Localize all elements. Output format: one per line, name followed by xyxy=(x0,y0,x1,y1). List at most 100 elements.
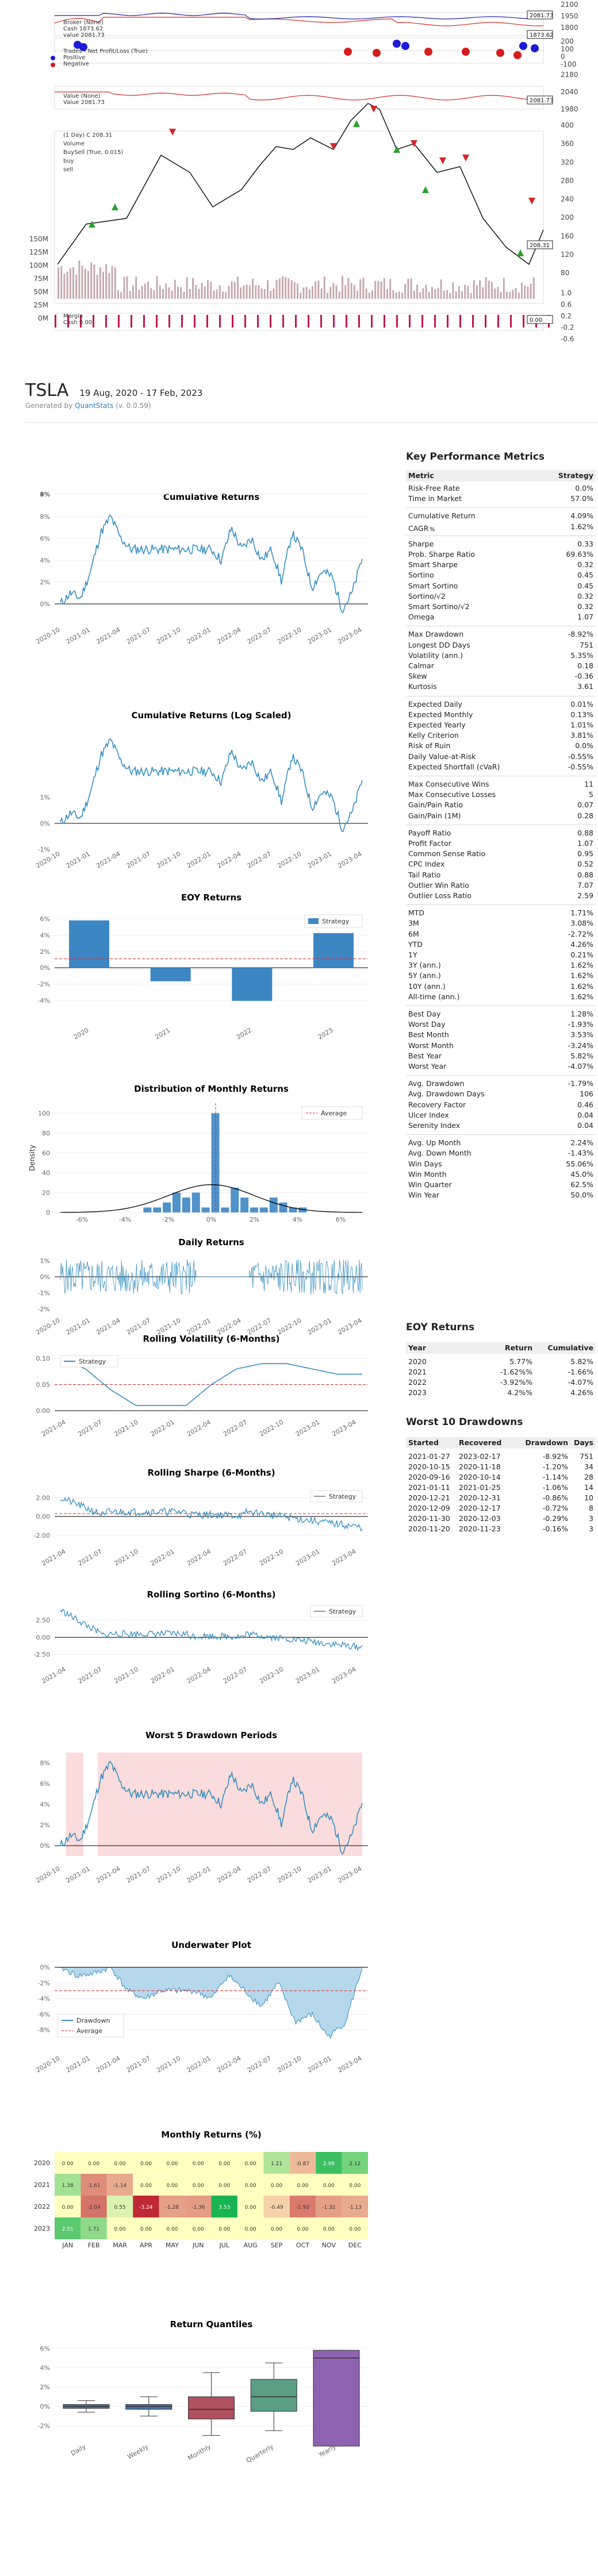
volume-tick: 100M xyxy=(29,261,48,269)
kpi-metric: Max Consecutive Losses xyxy=(408,790,496,799)
log-xtick: 2021-01 xyxy=(65,850,91,869)
margin-bar xyxy=(510,315,512,328)
rolling-sortino-xtick: 2021-07 xyxy=(76,1665,103,1685)
kpi-value: 2.59 xyxy=(577,891,593,900)
buy-marker-3 xyxy=(393,146,400,153)
kpi-metric: Recovery Factor xyxy=(408,1100,466,1109)
margin-bar xyxy=(409,315,411,328)
kpi-row: Gain/Pain Ratio 0.07 xyxy=(406,800,596,810)
volume-bar xyxy=(425,284,427,299)
kpi-value: 0.18 xyxy=(577,661,593,670)
worst-dd-ytick: 0% xyxy=(40,1842,50,1850)
cumret-xtick: 2020-10 xyxy=(34,626,61,645)
kpi-row: All-time (ann.) 1.62% xyxy=(406,992,596,1002)
drawdown-shade-main xyxy=(98,1753,362,1856)
kpi-metric: CAGR﹪ xyxy=(408,523,436,533)
margin-bar xyxy=(232,315,233,328)
quantile-box-Quarterly xyxy=(250,2379,297,2412)
eoy-bar-2022 xyxy=(232,968,273,1001)
kpi-metric: Longest DD Days xyxy=(408,640,470,649)
log-line xyxy=(60,738,363,833)
dd-cell: 2020-11-20 xyxy=(408,1524,450,1533)
kpi-row: MTD 1.71% xyxy=(406,908,596,918)
rolling-sharpe-xtick: 2021-04 xyxy=(40,1547,67,1567)
rolling-vol-legend-label: Strategy xyxy=(79,1358,106,1365)
heatmap-month: FEB xyxy=(88,2242,100,2249)
margin-bar xyxy=(270,315,271,328)
kpi-metric: Time in Market xyxy=(408,494,462,503)
worst-dd-xtick: 2022-04 xyxy=(216,1865,242,1884)
buy-marker-4 xyxy=(422,186,429,193)
margin-bar xyxy=(156,315,158,328)
worst-dd-ytick: 2% xyxy=(40,1822,50,1829)
heatmap-month: JUN xyxy=(192,2242,204,2249)
margin-bar xyxy=(459,315,461,328)
kpi-value: 3.61 xyxy=(577,682,593,691)
value-badge-3: 208.31 xyxy=(530,242,550,249)
broker-tick: 1800 xyxy=(561,24,578,32)
rolling-vol-title: Rolling Volatility (6-Months) xyxy=(143,1334,279,1344)
volume-bar xyxy=(153,290,155,299)
volume-bar xyxy=(374,280,377,299)
volume-bar xyxy=(260,288,263,299)
eoy-bar-2020 xyxy=(69,920,109,968)
value-tick: 2040 xyxy=(561,88,578,96)
underwater-xtick: 2022-04 xyxy=(216,2054,242,2074)
kpi-metric: Win Quarter xyxy=(408,1180,452,1189)
eoy-col-header: Year xyxy=(408,1343,426,1352)
heatmap-value: 0.00 xyxy=(349,2183,361,2189)
trade-positive-5 xyxy=(519,42,527,50)
kpi-value: 45.0% xyxy=(570,1169,593,1179)
rolling-sharpe-line xyxy=(60,1496,363,1532)
quantstats-link[interactable]: QuantStats xyxy=(75,402,113,410)
kpi-metric: 3M xyxy=(408,919,419,928)
heatmap-value: 0.00 xyxy=(140,2227,152,2232)
volume-bar xyxy=(395,292,397,299)
kpi-metric: Kelly Criterion xyxy=(408,731,459,740)
eoy-xtick: 2020 xyxy=(72,1026,90,1041)
kpi-metric: 10Y (ann.) xyxy=(408,981,446,991)
dist-ytick: 80 xyxy=(42,1130,50,1137)
kpi-row: Longest DD Days 751 xyxy=(406,641,596,650)
eoy-col-header: Return xyxy=(504,1343,532,1352)
volume-bar xyxy=(90,262,93,299)
kpi-row: YTD 4.26% xyxy=(406,940,596,949)
kpi-row: Max Consecutive Wins 11 xyxy=(406,780,596,789)
worst-dd-ytick: 8% xyxy=(40,1759,50,1767)
kpi-metric: Avg. Up Month xyxy=(408,1138,461,1148)
volume-bar xyxy=(365,288,367,299)
volume-bar xyxy=(329,287,332,299)
price-tick: 240 xyxy=(561,195,574,203)
kpi-value: 0.88 xyxy=(577,828,593,837)
underwater-ytick: -8% xyxy=(38,2027,50,2034)
volume-bar xyxy=(419,292,421,299)
volume-bar xyxy=(84,268,86,299)
volume-bar xyxy=(165,283,167,299)
dd-cell: -0.86% xyxy=(542,1493,568,1502)
sell-marker-0 xyxy=(169,129,176,136)
price-tick: 320 xyxy=(561,158,574,166)
cumret-xtick: 2023-04 xyxy=(336,626,363,645)
kpi-metric: 3Y (ann.) xyxy=(408,961,441,970)
underwater-legend-drawdown: Drawdown xyxy=(76,2017,110,2024)
kpi-metric: Ulcer Index xyxy=(408,1110,449,1119)
dd-cell: 2020-10-15 xyxy=(408,1462,450,1471)
daily-xtick: 2021-01 xyxy=(65,1316,91,1336)
kpi-row: Expected Monthly 0.13% xyxy=(406,710,596,719)
dist-ytick: 0 xyxy=(46,1209,50,1216)
kpi-value: 0.28 xyxy=(577,811,593,820)
volume-bar xyxy=(267,280,269,299)
return-quantiles-title: Return Quantiles xyxy=(170,2319,253,2329)
margin-bar xyxy=(472,315,474,328)
dd-cell: 14 xyxy=(584,1483,593,1492)
margin-bar xyxy=(93,315,94,328)
cumret-ytick: 6% xyxy=(40,535,50,542)
trades-tick: 200 xyxy=(561,37,574,45)
kpi-row: 3M 3.08% xyxy=(406,919,596,928)
dd-row: 2020-11-30 2020-12-03 -0.29% 3 xyxy=(406,1514,596,1523)
buy-marker-0 xyxy=(89,221,95,228)
heatmap-month: MAY xyxy=(166,2242,179,2249)
cumret-xtick: 2021-07 xyxy=(125,626,152,645)
kpi-row: Smart Sortino 0.45 xyxy=(406,582,596,591)
rolling-sortino-title: Rolling Sortino (6-Months) xyxy=(147,1589,275,1600)
